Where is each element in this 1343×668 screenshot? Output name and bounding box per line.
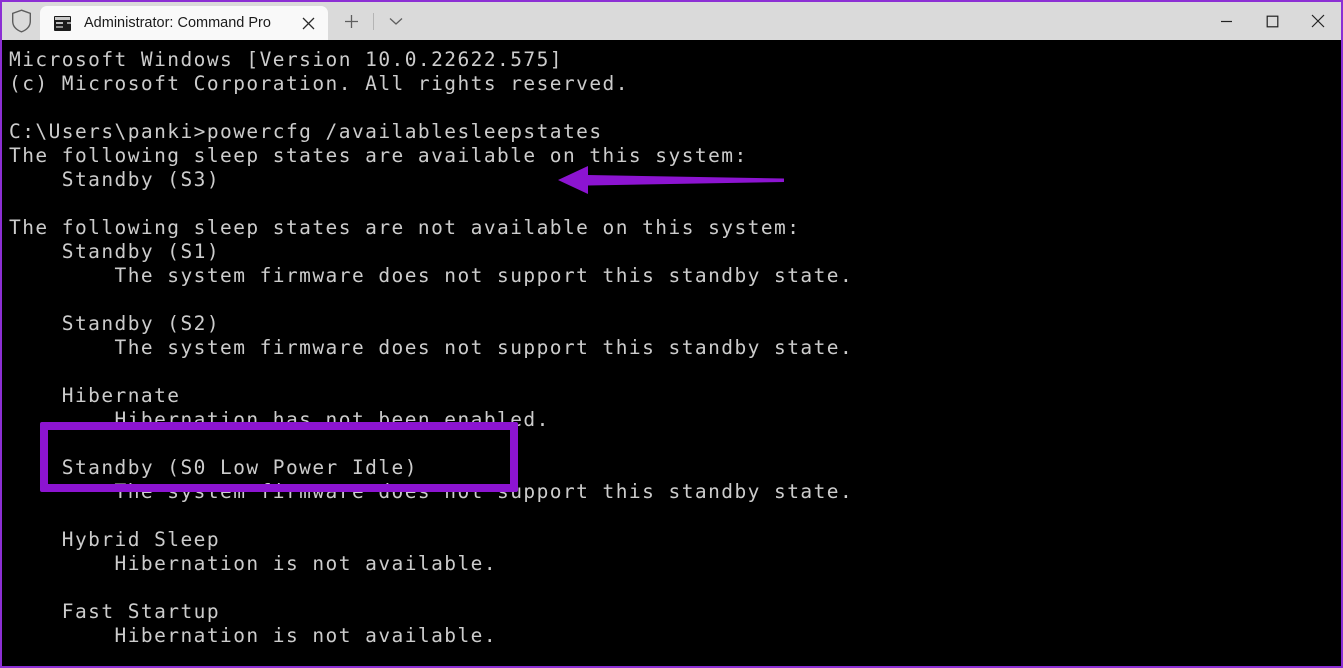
tab-strip-divider bbox=[373, 12, 374, 30]
tab-administrator-command-prompt[interactable]: Administrator: Command Pro bbox=[40, 6, 328, 40]
command-prompt-window: Administrator: Command Pro Microsoft Win… bbox=[0, 0, 1343, 668]
title-bar: Administrator: Command Pro bbox=[2, 2, 1341, 40]
console-text: Microsoft Windows [Version 10.0.22622.57… bbox=[9, 48, 854, 647]
maximize-icon bbox=[1266, 15, 1278, 27]
terminal-output-area[interactable]: Microsoft Windows [Version 10.0.22622.57… bbox=[2, 40, 1341, 666]
shield-icon bbox=[11, 9, 32, 33]
admin-shield-indicator bbox=[2, 2, 40, 40]
close-icon bbox=[1311, 14, 1325, 28]
tab-title-label: Administrator: Command Pro bbox=[84, 15, 271, 31]
close-icon bbox=[302, 17, 314, 29]
window-close-button[interactable] bbox=[1295, 2, 1341, 40]
minimize-icon bbox=[1220, 20, 1232, 22]
tab-strip-controls bbox=[328, 2, 1203, 40]
tab-dropdown-button[interactable] bbox=[379, 7, 413, 35]
console-window-icon bbox=[54, 15, 71, 31]
maximize-button[interactable] bbox=[1249, 2, 1295, 40]
plus-icon bbox=[344, 14, 358, 28]
tab-close-button[interactable] bbox=[291, 10, 325, 36]
new-tab-button[interactable] bbox=[334, 7, 368, 35]
hibernate-highlight-box bbox=[40, 422, 518, 492]
minimize-button[interactable] bbox=[1203, 2, 1249, 40]
window-controls bbox=[1203, 2, 1341, 40]
chevron-down-icon bbox=[389, 17, 403, 25]
